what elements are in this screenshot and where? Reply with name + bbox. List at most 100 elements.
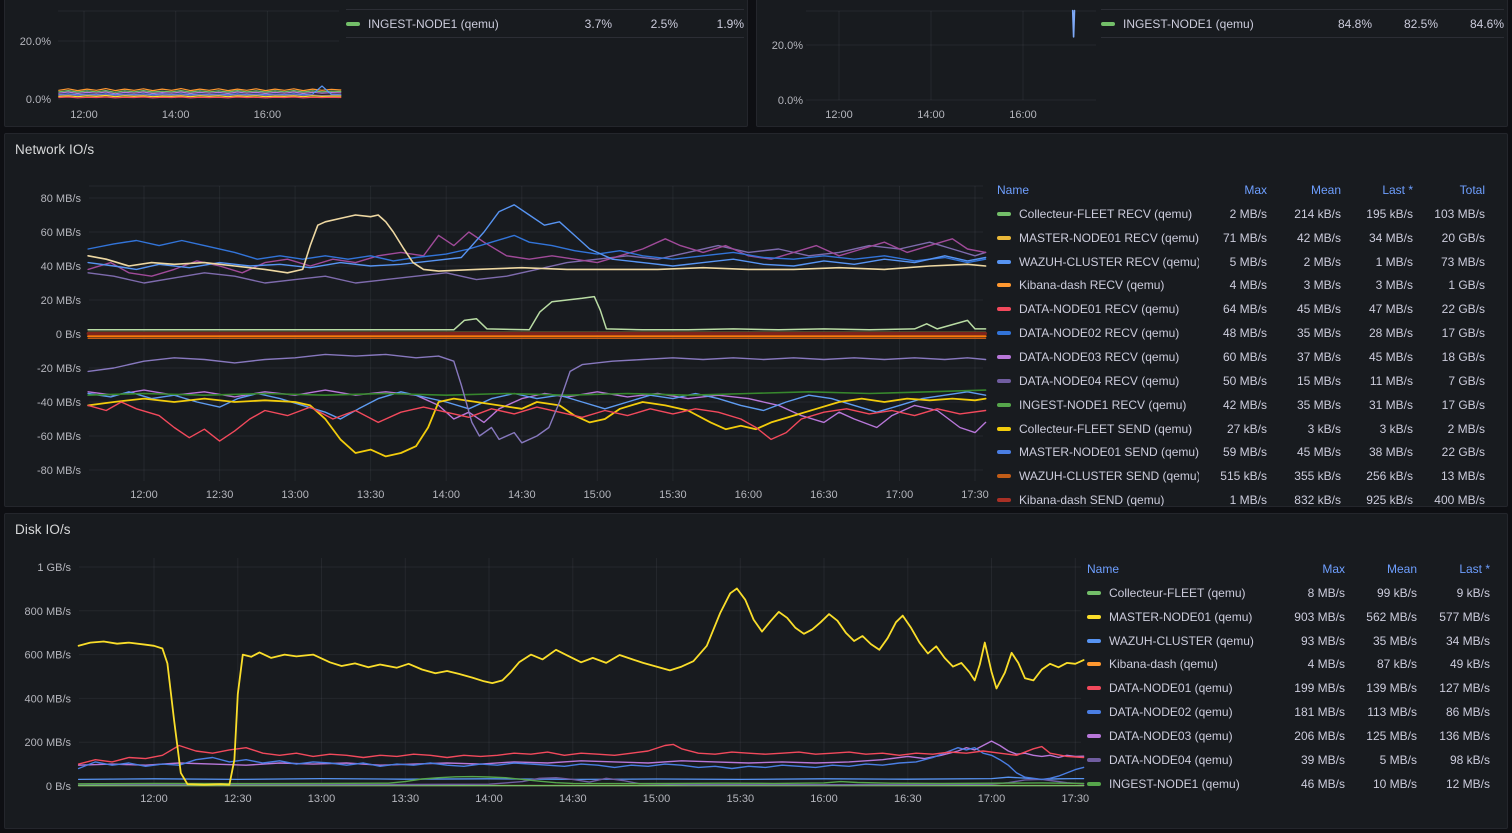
series-name[interactable]: INGEST-NODE1 (qemu): [1087, 777, 1275, 791]
legend-value: 5 MB/s: [1199, 255, 1267, 269]
series-line-pale-green: [88, 297, 986, 330]
legend-value: 139 MB/s: [1345, 681, 1417, 695]
y-tick-label: 0 B/s: [56, 329, 82, 341]
x-tick-label: 17:30: [1062, 793, 1090, 805]
series-color-swatch[interactable]: [997, 427, 1011, 431]
series-color-swatch[interactable]: [1087, 734, 1101, 738]
series-name[interactable]: DATA-NODE04 (qemu): [1087, 753, 1275, 767]
legend-header-max[interactable]: Max: [1199, 183, 1267, 197]
series-name[interactable]: WAZUH-CLUSTER (qemu): [1087, 634, 1275, 648]
legend-value: 4 MB/s: [1275, 657, 1345, 671]
legend-value: 49 kB/s: [1417, 657, 1490, 671]
series-name[interactable]: INGEST-NODE1 (qemu): [368, 17, 546, 31]
legend-header-name[interactable]: Name: [1087, 562, 1275, 576]
legend-value: 3 kB/s: [1341, 422, 1413, 436]
series-color-swatch[interactable]: [997, 403, 1011, 407]
series-name[interactable]: Kibana-dash SEND (qemu): [997, 493, 1199, 507]
series-color-swatch[interactable]: [997, 283, 1011, 287]
legend-value: 59 MB/s: [1199, 445, 1267, 459]
series-name[interactable]: DATA-NODE01 (qemu): [1087, 681, 1275, 695]
series-name[interactable]: DATA-NODE02 RECV (qemu): [997, 326, 1199, 340]
legend-header-mean[interactable]: Mean: [1267, 183, 1341, 197]
x-tick-label: 12:30: [224, 793, 252, 805]
series-line-cpu-blue-spike: [1073, 11, 1075, 37]
series-color-swatch[interactable]: [1087, 615, 1101, 619]
series-color-swatch[interactable]: [997, 379, 1011, 383]
legend-header-last[interactable]: Last *: [1341, 183, 1413, 197]
legend-value: 206 MB/s: [1275, 729, 1345, 743]
series-color-swatch[interactable]: [997, 450, 1011, 454]
series-name[interactable]: DATA-NODE03 RECV (qemu): [997, 350, 1199, 364]
series-name[interactable]: Collecteur-FLEET SEND (qemu): [997, 422, 1199, 436]
series-color-swatch[interactable]: [1087, 591, 1101, 595]
legend-value: 60 MB/s: [1199, 350, 1267, 364]
series-name[interactable]: DATA-NODE01 RECV (qemu): [997, 302, 1199, 316]
panel-cpu-right: 20.0%0.0%12:0014:0016:00 INGEST-NODE1 (q…: [756, 0, 1508, 127]
legend-value: 86 MB/s: [1417, 705, 1490, 719]
series-color-swatch[interactable]: [997, 474, 1011, 478]
legend-header-name[interactable]: Name: [997, 183, 1199, 197]
series-name[interactable]: MASTER-NODE01 (qemu): [1087, 610, 1275, 624]
series-line-blue-bright: [88, 205, 986, 270]
series-name[interactable]: Collecteur-FLEET RECV (qemu): [997, 207, 1199, 221]
y-tick-label: -80 MB/s: [37, 465, 82, 477]
series-name[interactable]: WAZUH-CLUSTER RECV (qemu): [997, 255, 1199, 269]
legend-row: Collecteur-FLEET RECV (qemu)2 MB/s214 kB…: [997, 202, 1485, 226]
series-color-swatch[interactable]: [1087, 662, 1101, 666]
series-color-swatch[interactable]: [997, 236, 1011, 240]
series-color-swatch[interactable]: [997, 260, 1011, 264]
legend-cpu-right: INGEST-NODE1 (qemu) 84.8% 82.5% 84.6%: [1101, 9, 1504, 38]
series-color-swatch[interactable]: [1087, 639, 1101, 643]
series-name[interactable]: MASTER-NODE01 RECV (qemu): [997, 231, 1199, 245]
series-name[interactable]: DATA-NODE04 RECV (qemu): [997, 374, 1199, 388]
legend-value: 195 kB/s: [1341, 207, 1413, 221]
series-color-swatch[interactable]: [997, 498, 1011, 502]
legend-header-last[interactable]: Last *: [1417, 562, 1490, 576]
series-color-swatch[interactable]: [997, 331, 1011, 335]
x-tick-label: 14:00: [162, 109, 190, 121]
series-color-swatch[interactable]: [997, 355, 1011, 359]
legend-header-max[interactable]: Max: [1275, 562, 1345, 576]
legend-row: DATA-NODE02 RECV (qemu)48 MB/s35 MB/s28 …: [997, 321, 1485, 345]
axis-labels-group: 80 MB/s60 MB/s40 MB/s20 MB/s0 B/s-20 MB/…: [37, 193, 989, 501]
legend-value: 27 kB/s: [1199, 422, 1267, 436]
series-color-swatch[interactable]: [997, 307, 1011, 311]
series-name[interactable]: Kibana-dash (qemu): [1087, 657, 1275, 671]
legend-value: 38 MB/s: [1341, 445, 1413, 459]
legend-header-total[interactable]: Total: [1413, 183, 1485, 197]
series-name[interactable]: WAZUH-CLUSTER SEND (qemu): [997, 469, 1199, 483]
panel-disk-io: Disk IO/s 1 GB/s800 MB/s600 MB/s400 MB/s…: [4, 513, 1508, 829]
series-name-label: Collecteur-FLEET (qemu): [1109, 586, 1246, 600]
legend-header-mean[interactable]: Mean: [1345, 562, 1417, 576]
series-color-swatch[interactable]: [997, 212, 1011, 216]
panel-title[interactable]: Network IO/s: [15, 142, 94, 157]
series-name-label: MASTER-NODE01 (qemu): [1109, 610, 1252, 624]
series-name[interactable]: MASTER-NODE01 SEND (qemu): [997, 445, 1199, 459]
x-tick-label: 14:00: [475, 793, 503, 805]
series-color-swatch[interactable]: [1087, 710, 1101, 714]
legend-row: Kibana-dash SEND (qemu)1 MB/s832 kB/s925…: [997, 488, 1485, 507]
legend-value: 214 kB/s: [1267, 207, 1341, 221]
series-name[interactable]: Collecteur-FLEET (qemu): [1087, 586, 1275, 600]
series-name-label: MASTER-NODE01 SEND (qemu): [1019, 445, 1199, 459]
series-color-swatch[interactable]: [1087, 782, 1101, 786]
legend-row: WAZUH-CLUSTER SEND (qemu)515 kB/s355 kB/…: [997, 464, 1485, 488]
x-tick-label: 13:00: [281, 489, 309, 501]
x-tick-label: 16:00: [1009, 109, 1037, 121]
legend-value: 48 MB/s: [1199, 326, 1267, 340]
series-name[interactable]: DATA-NODE03 (qemu): [1087, 729, 1275, 743]
series-name[interactable]: DATA-NODE02 (qemu): [1087, 705, 1275, 719]
series-name[interactable]: INGEST-NODE1 (qemu): [1123, 17, 1306, 31]
legend-value: 1 MB/s: [1341, 255, 1413, 269]
series-line-cpu-yellow: [59, 96, 341, 97]
x-tick-label: 16:30: [894, 793, 922, 805]
series-name[interactable]: Kibana-dash RECV (qemu): [997, 278, 1199, 292]
panel-title[interactable]: Disk IO/s: [15, 522, 71, 537]
series-color-swatch[interactable]: [1087, 758, 1101, 762]
x-tick-label: 13:30: [357, 489, 385, 501]
legend-value: 125 MB/s: [1345, 729, 1417, 743]
series-name[interactable]: INGEST-NODE1 RECV (qemu): [997, 398, 1199, 412]
x-tick-label: 13:30: [392, 793, 420, 805]
series-name-label: MASTER-NODE01 RECV (qemu): [1019, 231, 1199, 245]
series-color-swatch[interactable]: [1087, 686, 1101, 690]
